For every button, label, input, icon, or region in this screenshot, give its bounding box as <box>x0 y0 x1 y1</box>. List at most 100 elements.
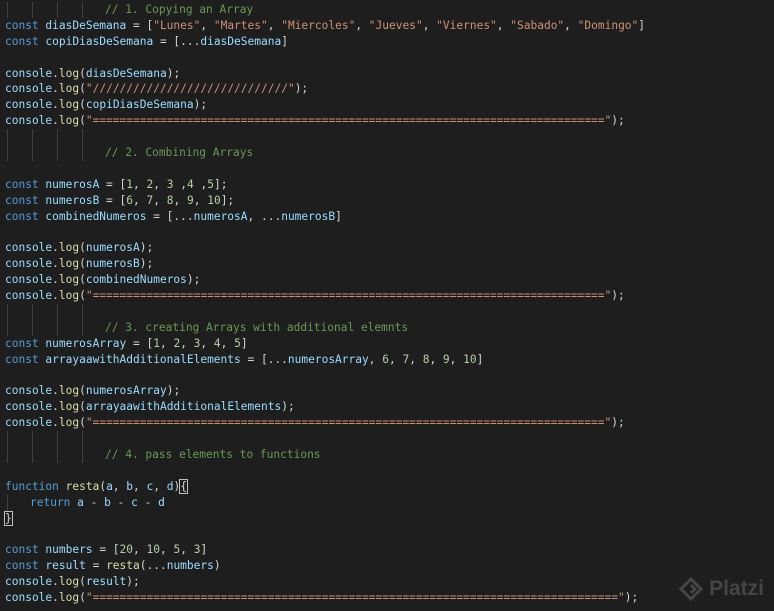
code-line[interactable] <box>0 224 774 240</box>
code-token: , <box>193 193 208 207</box>
code-token: numerosArray <box>45 336 127 350</box>
code-token: 4 <box>186 177 194 191</box>
code-token: 10 <box>207 193 221 207</box>
code-line[interactable] <box>0 463 774 479</box>
code-line[interactable]: console.log(diasDeSemana); <box>0 66 774 82</box>
indent-guide <box>57 319 58 336</box>
code-token: ); <box>611 416 625 430</box>
code-line[interactable]: console.log(numerosArray); <box>0 383 774 399</box>
code-line[interactable]: // 4. pass elements to functions <box>0 446 774 463</box>
code-token: diasDeSemana <box>45 18 127 32</box>
code-token: 6 <box>382 352 389 366</box>
code-line[interactable]: console.log(result); <box>0 574 774 590</box>
code-line[interactable]: console.log(arrayaawithAdditionalElement… <box>0 399 774 415</box>
code-token: ); <box>186 273 201 287</box>
indent-guide <box>82 431 83 447</box>
code-line[interactable]: } <box>0 510 774 527</box>
code-token: "Sabado" <box>510 18 565 32</box>
code-token: arrayaawithAdditionalElements <box>45 352 241 366</box>
code-line[interactable] <box>0 303 774 320</box>
code-token: ); <box>139 241 154 255</box>
code-line[interactable]: const arrayaawithAdditionalElements = [.… <box>0 352 774 368</box>
indent-guide <box>7 303 8 320</box>
indent-guide <box>32 319 33 336</box>
code-token: , <box>159 336 174 350</box>
code-line[interactable]: const numerosA = [1, 2, 3 ,4 ,5]; <box>0 177 774 193</box>
code-token: ( <box>79 241 86 255</box>
code-token: copiDiasDeSemana <box>85 98 194 112</box>
indent-guide <box>82 303 83 320</box>
code-token: . <box>52 590 59 604</box>
code-token: console <box>5 241 53 255</box>
code-line[interactable]: console.log("===========================… <box>0 288 774 304</box>
code-token: . <box>52 82 59 96</box>
code-token: } <box>4 510 13 526</box>
code-line[interactable]: // 2. Combining Arrays <box>0 145 774 161</box>
code-token: = [... <box>240 352 288 366</box>
code-line[interactable]: console.log("===========================… <box>0 113 774 129</box>
code-line[interactable]: return a - b - c - d <box>0 494 774 511</box>
code-token: numbers <box>45 543 93 557</box>
code-token: = [ <box>126 18 154 32</box>
code-token: "=======================================… <box>85 416 612 430</box>
code-line[interactable] <box>0 50 774 66</box>
code-line[interactable]: const combinedNumeros = [...numerosA, ..… <box>0 209 774 225</box>
code-token: ); <box>193 98 208 112</box>
code-line[interactable]: // 3. creating Arrays with additional el… <box>0 319 774 336</box>
code-token: , <box>133 177 147 191</box>
code-token: ); <box>611 289 625 303</box>
code-token: log <box>58 241 80 255</box>
code-token: console <box>5 273 53 287</box>
code-line[interactable]: console.log("///////////////////////////… <box>0 81 774 97</box>
code-line[interactable] <box>0 431 774 447</box>
code-line[interactable]: const diasDeSemana = ["Lunes", "Martes",… <box>0 18 774 34</box>
indent-guide <box>7 494 8 511</box>
code-token: numerosA <box>85 241 140 255</box>
code-token: "/////////////////////////////" <box>85 82 295 96</box>
code-line[interactable]: console.log(numerosB); <box>0 256 774 272</box>
code-line[interactable]: console.log("===========================… <box>0 415 774 431</box>
code-line[interactable]: function resta(a, b, c, d){ <box>0 478 774 495</box>
code-token: ]; <box>213 177 228 191</box>
code-editor[interactable]: // 1. Copying an Array const diasDeSemana… <box>0 2 774 611</box>
code-token: ( <box>79 384 86 398</box>
code-line[interactable] <box>0 129 774 146</box>
code-line[interactable]: console.log(combinedNumeros); <box>0 272 774 288</box>
code-line[interactable]: const result = resta(...numbers) <box>0 558 774 574</box>
code-token: const <box>5 193 46 207</box>
indent-guide <box>57 303 58 320</box>
code-token: log <box>58 416 80 430</box>
code-token: // 2. Combining Arrays <box>105 146 254 160</box>
code-token: combinedNumeros <box>85 273 187 287</box>
code-line[interactable]: const numbers = [20, 10, 5, 3] <box>0 542 774 558</box>
code-line[interactable]: console.log("===========================… <box>0 590 774 606</box>
code-line[interactable]: // 1. Copying an Array <box>0 2 774 18</box>
code-token: resta <box>106 559 140 573</box>
code-line[interactable]: console.log(copiDiasDeSemana); <box>0 97 774 113</box>
code-token: , <box>368 352 383 366</box>
code-line[interactable] <box>0 367 774 383</box>
code-token: ( <box>79 400 86 414</box>
code-token: , <box>409 352 423 366</box>
code-token: const <box>5 209 46 223</box>
code-line[interactable]: const numerosArray = [1, 2, 3, 4, 5] <box>0 336 774 352</box>
code-line[interactable] <box>0 526 774 542</box>
code-line[interactable]: const copiDiasDeSemana = [...diasDeSeman… <box>0 34 774 50</box>
code-token: result <box>85 575 127 589</box>
code-token: ); <box>166 384 181 398</box>
code-token: . <box>52 416 59 430</box>
code-token: "=======================================… <box>85 114 612 128</box>
code-token: log <box>58 114 80 128</box>
indent-guide <box>7 145 8 161</box>
code-token: numerosB <box>281 209 336 223</box>
code-line[interactable] <box>0 161 774 177</box>
code-token: 9 <box>186 193 194 207</box>
indent-guide <box>82 145 83 161</box>
indent-guide <box>82 446 83 463</box>
code-line[interactable]: console.log(numerosA); <box>0 240 774 256</box>
code-token: ); <box>294 82 309 96</box>
indent-guide <box>7 2 8 18</box>
code-token: const <box>5 18 46 32</box>
code-line[interactable]: const numerosB = [6, 7, 8, 9, 10]; <box>0 193 774 209</box>
code-token: copiDiasDeSemana <box>45 34 154 48</box>
